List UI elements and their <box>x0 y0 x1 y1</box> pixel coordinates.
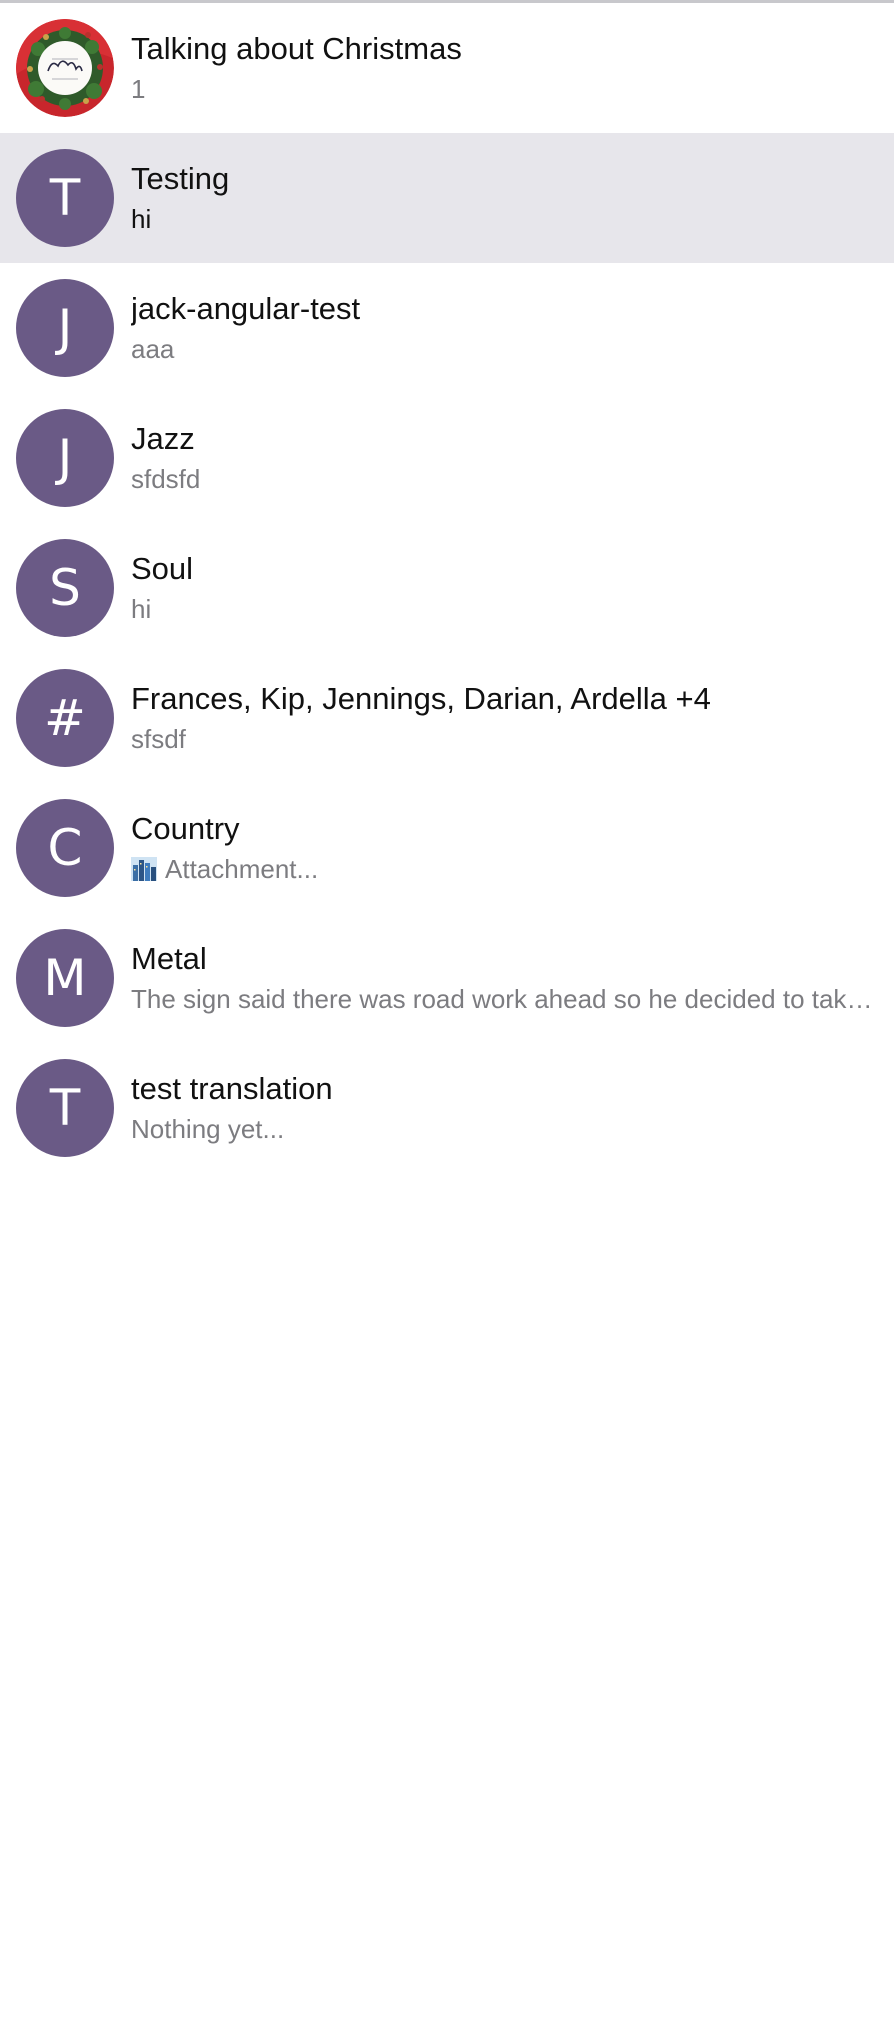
channel-row-talking-about-christmas[interactable]: Talking about Christmas 1 <box>0 3 894 133</box>
channel-last-message: Attachment... <box>131 851 878 887</box>
channel-row-soul[interactable]: S Soul hi <box>0 523 894 653</box>
channel-last-message: hi <box>131 594 152 624</box>
channel-avatar: J <box>16 279 114 377</box>
channel-last-message: The sign said there was road work ahead … <box>131 984 878 1014</box>
channel-last-message: sfdsfd <box>131 464 201 494</box>
channel-text: test translation Nothing yet... <box>131 1069 894 1147</box>
channel-avatar: # <box>16 669 114 767</box>
channel-text: jack-angular-test aaa <box>131 289 894 367</box>
channel-text: Jazz sfdsfd <box>131 419 894 497</box>
channel-row-country[interactable]: C Country Attachment... <box>0 783 894 913</box>
channel-text: Testing hi <box>131 159 894 237</box>
channel-row-group-dm[interactable]: # Frances, Kip, Jennings, Darian, Ardell… <box>0 653 894 783</box>
channel-avatar: M <box>16 929 114 1027</box>
channel-row-jazz[interactable]: J Jazz sfdsfd <box>0 393 894 523</box>
channel-text: Frances, Kip, Jennings, Darian, Ardella … <box>131 679 894 757</box>
channel-last-message-text: Attachment... <box>165 854 319 884</box>
channel-name: Country <box>131 811 240 846</box>
channel-avatar: S <box>16 539 114 637</box>
city-image-icon <box>131 854 157 881</box>
channel-name: Testing <box>131 161 230 196</box>
channel-row-testing[interactable]: T Testing hi <box>0 133 894 263</box>
channel-avatar: C <box>16 799 114 897</box>
channel-row-test-translation[interactable]: T test translation Nothing yet... <box>0 1043 894 1173</box>
channel-name: Frances, Kip, Jennings, Darian, Ardella … <box>131 681 711 716</box>
channel-row-metal[interactable]: M Metal The sign said there was road wor… <box>0 913 894 1043</box>
channel-name: Talking about Christmas <box>131 31 462 66</box>
channel-text: Talking about Christmas 1 <box>131 29 894 107</box>
channel-text: Soul hi <box>131 549 894 627</box>
channel-last-message: aaa <box>131 334 175 364</box>
channel-name: Metal <box>131 941 207 976</box>
channel-avatar: T <box>16 149 114 247</box>
channel-text: Country Attachment... <box>131 809 894 887</box>
channel-name: Soul <box>131 551 194 586</box>
channel-row-jack-angular-test[interactable]: J jack-angular-test aaa <box>0 263 894 393</box>
channel-name: Jazz <box>131 421 195 456</box>
channel-last-message: sfsdf <box>131 724 186 754</box>
channel-last-message: Nothing yet... <box>131 1114 285 1144</box>
channel-avatar: T <box>16 1059 114 1157</box>
channel-last-message: hi <box>131 204 152 234</box>
channel-avatar: J <box>16 409 114 507</box>
channel-avatar-christmas-image <box>16 19 114 117</box>
channel-last-message: 1 <box>131 74 146 104</box>
channel-name: jack-angular-test <box>131 291 361 326</box>
channel-list: Talking about Christmas 1 T Testing hi J… <box>0 3 894 1173</box>
channel-text: Metal The sign said there was road work … <box>131 939 894 1017</box>
channel-name: test translation <box>131 1071 333 1106</box>
